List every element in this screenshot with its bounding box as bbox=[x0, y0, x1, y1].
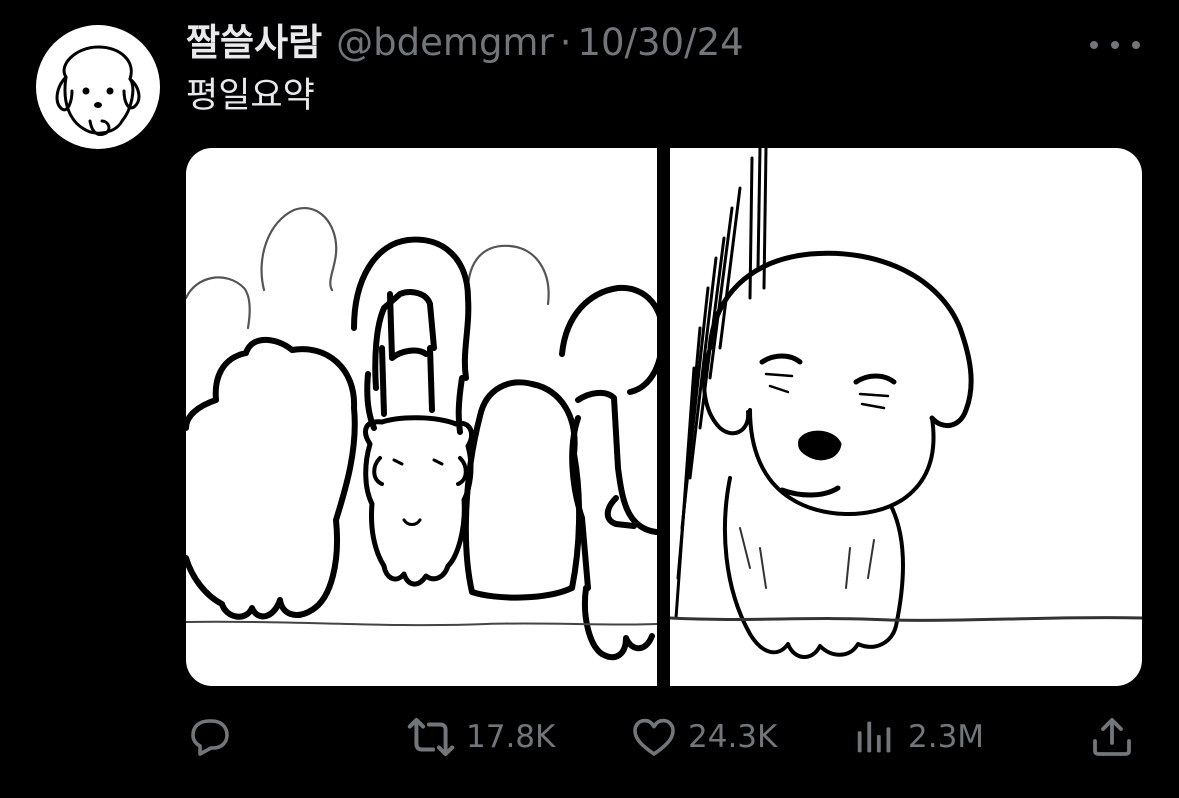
share-button[interactable] bbox=[1088, 712, 1136, 762]
separator-dot: · bbox=[559, 21, 572, 64]
media-image-2[interactable] bbox=[670, 148, 1142, 686]
tweet-media[interactable] bbox=[186, 148, 1142, 686]
tweet-text: 평일요약 bbox=[186, 76, 315, 116]
tweet-actions: 17.8K 24.3K 2.3M bbox=[0, 712, 1179, 762]
views-icon bbox=[857, 721, 891, 753]
views-count: 2.3M bbox=[908, 719, 985, 755]
views-button[interactable]: 2.3M bbox=[852, 712, 984, 762]
retweet-button[interactable]: 17.8K bbox=[406, 712, 555, 762]
author-handle[interactable]: @bdemgmr bbox=[336, 18, 554, 68]
like-count: 24.3K bbox=[688, 719, 778, 755]
retweet-count: 17.8K bbox=[466, 719, 556, 755]
media-image-1[interactable] bbox=[186, 148, 657, 686]
crowded-subway-puppy-drawing bbox=[186, 207, 657, 661]
heart-icon bbox=[633, 718, 675, 756]
tweet-header: 짤쓸사람 @bdemgmr · 10/30/24 bbox=[186, 18, 744, 68]
tweet-date[interactable]: 10/30/24 bbox=[577, 18, 743, 68]
puppy-avatar-icon bbox=[55, 45, 141, 136]
more-icon[interactable] bbox=[1090, 30, 1140, 60]
share-icon bbox=[1093, 718, 1131, 756]
retweet-icon bbox=[407, 717, 455, 757]
like-button[interactable]: 24.3K bbox=[630, 712, 777, 762]
author-avatar[interactable] bbox=[36, 25, 160, 149]
tired-puppy-drawing bbox=[670, 148, 1142, 659]
reply-icon bbox=[191, 719, 229, 756]
display-name[interactable]: 짤쓸사람 bbox=[186, 18, 322, 68]
reply-button[interactable] bbox=[186, 712, 244, 762]
